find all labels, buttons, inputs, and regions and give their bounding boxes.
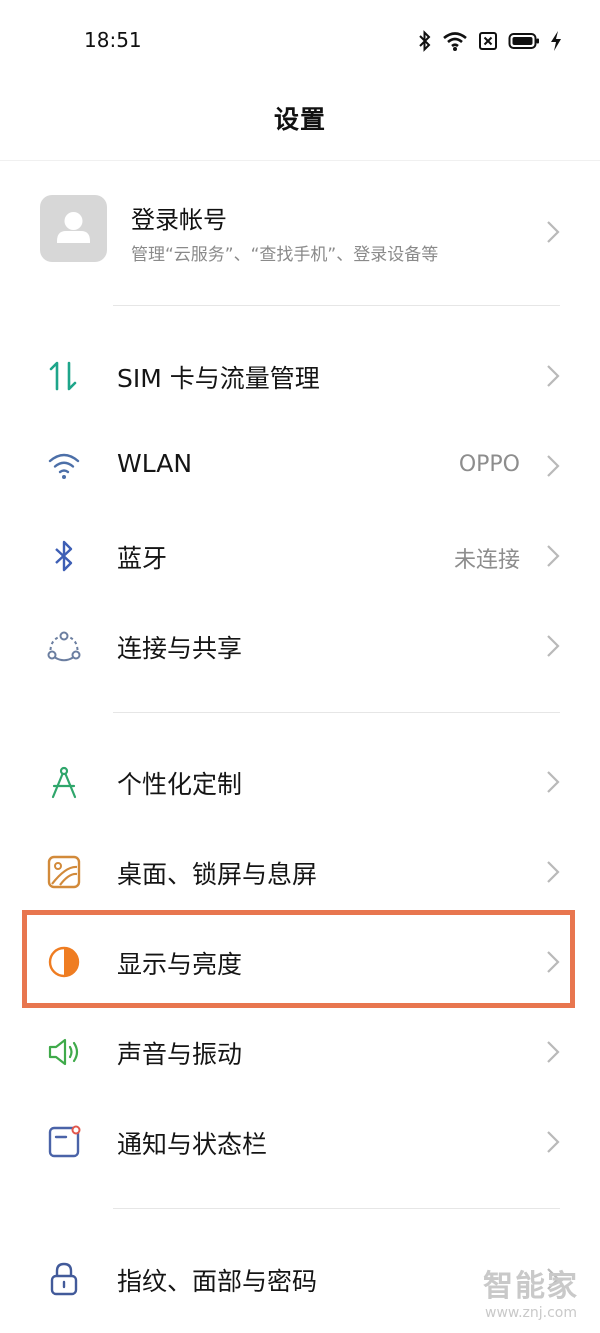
row-label: 连接与共享 [117,634,243,663]
watermark-brand: 智能家 [483,1269,579,1304]
row-label: 个性化定制 [117,770,243,799]
wlan-row[interactable]: WLAN OPPO [0,421,600,511]
bluetooth-icon [418,30,432,52]
row-label: 声音与振动 [117,1040,243,1069]
bluetooth-icon [46,538,82,574]
highlight-box [22,910,575,1008]
lock-icon [46,1261,82,1297]
connection-sharing-row[interactable]: 连接与共享 [0,601,600,691]
section-divider [113,1208,560,1209]
sim-data-icon [46,358,82,394]
wifi-icon [442,30,468,52]
account-title: 登录帐号 [131,206,227,234]
chevron-right-icon [547,365,560,387]
section-divider [113,712,560,713]
wifi-icon [46,448,82,484]
chevron-right-icon [547,455,560,477]
account-subtitle: 管理“云服务”、“查找手机”、登录设备等 [131,245,439,265]
home-lock-screen-row[interactable]: 桌面、锁屏与息屏 [0,827,600,917]
row-value: 未连接 [453,548,520,573]
row-label: WLAN [117,449,193,478]
chevron-right-icon [547,635,560,657]
chevron-right-icon [547,1041,560,1063]
personalization-row[interactable]: 个性化定制 [0,737,600,827]
compass-icon [46,764,82,800]
row-label: 通知与状态栏 [117,1130,268,1159]
status-icons [418,28,562,54]
watermark-url: www.znj.com [485,1305,577,1321]
sim-data-row[interactable]: SIM 卡与流量管理 [0,331,600,421]
notification-icon [46,1124,82,1160]
row-value: OPPO [458,452,520,477]
row-label: 蓝牙 [117,544,168,573]
chevron-right-icon [547,545,560,567]
row-label: SIM 卡与流量管理 [117,364,320,393]
person-icon [57,212,90,243]
watermark: 智能家 www.znj.com [476,1270,586,1328]
speaker-icon [46,1034,82,1070]
chevron-right-icon [547,221,560,243]
bluetooth-row[interactable]: 蓝牙 未连接 [0,511,600,601]
notification-statusbar-row[interactable]: 通知与状态栏 [0,1097,600,1187]
share-icon [46,628,82,664]
page-title: 设置 [273,105,326,134]
section-divider [113,305,560,306]
row-label: 桌面、锁屏与息屏 [117,860,318,889]
charging-icon [550,30,562,52]
avatar [40,195,107,262]
chevron-right-icon [547,1131,560,1153]
sim-off-icon [478,30,498,52]
wallpaper-icon [46,854,82,890]
row-label: 指纹、面部与密码 [117,1267,318,1296]
status-time: 18:51 [84,28,142,52]
sound-vibration-row[interactable]: 声音与振动 [0,1007,600,1097]
chevron-right-icon [547,861,560,883]
title-bar: 设置 [0,80,600,161]
status-bar: 18:51 [0,0,600,80]
account-row[interactable]: 登录帐号 管理“云服务”、“查找手机”、登录设备等 [0,182,600,282]
battery-icon [508,30,540,52]
chevron-right-icon [547,771,560,793]
